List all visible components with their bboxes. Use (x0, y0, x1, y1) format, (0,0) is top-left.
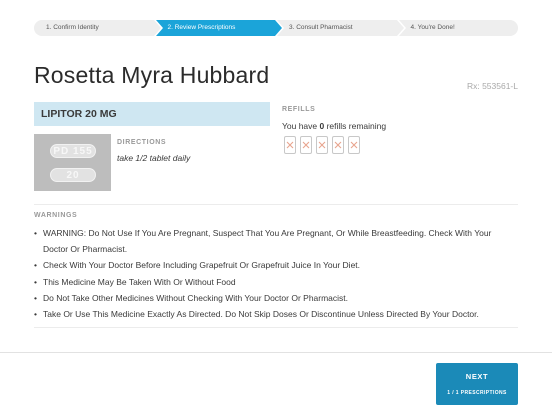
refill-slots (284, 136, 364, 154)
divider (34, 204, 518, 205)
progress-stepper: 1. Confirm Identity 2. Review Prescripti… (34, 20, 518, 36)
refills-label: REFILLS (282, 106, 316, 113)
directions-label: DIRECTIONS (117, 139, 167, 146)
refills-suffix: refills remaining (324, 121, 387, 131)
refill-used-x-icon (318, 141, 326, 149)
warning-item: Take Or Use This Medicine Exactly As Dir… (34, 306, 518, 322)
refill-used-x-icon (302, 141, 310, 149)
directions-text: take 1/2 tablet daily (117, 153, 191, 163)
warning-item: WARNING: Do Not Use If You Are Pregnant,… (34, 225, 518, 257)
step-confirm-identity: 1. Confirm Identity (34, 20, 160, 36)
warnings-label: WARNINGS (34, 212, 78, 219)
refills-prefix: You have (282, 121, 320, 131)
refill-slot (316, 136, 328, 154)
refill-slot (300, 136, 312, 154)
step-done: 4. You're Done! (398, 20, 518, 36)
warnings-list: WARNING: Do Not Use If You Are Pregnant,… (34, 225, 518, 322)
patient-name: Rosetta Myra Hubbard (34, 62, 270, 88)
step-consult-pharmacist: 3. Consult Pharmacist (277, 20, 403, 36)
divider (34, 327, 518, 328)
next-button[interactable]: NEXT 1 / 1 PRESCRIPTIONS (436, 363, 518, 405)
step-review-prescriptions: 2. Review Prescriptions (155, 20, 282, 36)
refill-slot (348, 136, 360, 154)
prescription-counter: 1 / 1 PRESCRIPTIONS (447, 390, 507, 396)
refill-used-x-icon (350, 141, 358, 149)
next-button-label: NEXT (465, 372, 489, 381)
footer-divider (0, 352, 552, 353)
refill-slot (332, 136, 344, 154)
refills-text: You have 0 refills remaining (282, 121, 386, 131)
pill-bottom: 20 (50, 168, 96, 182)
warning-item: Do Not Take Other Medicines Without Chec… (34, 290, 518, 306)
rx-number: Rx: 553561-L (466, 81, 518, 91)
warning-item: This Medicine May Be Taken With Or Witho… (34, 274, 518, 290)
refill-slot (284, 136, 296, 154)
warning-item: Check With Your Doctor Before Including … (34, 257, 518, 273)
pill-top: PD 155 (50, 144, 96, 158)
drug-name-header: LIPITOR 20 MG (34, 102, 270, 126)
refill-used-x-icon (334, 141, 342, 149)
pill-image: PD 155 20 (34, 134, 111, 191)
refill-used-x-icon (286, 141, 294, 149)
